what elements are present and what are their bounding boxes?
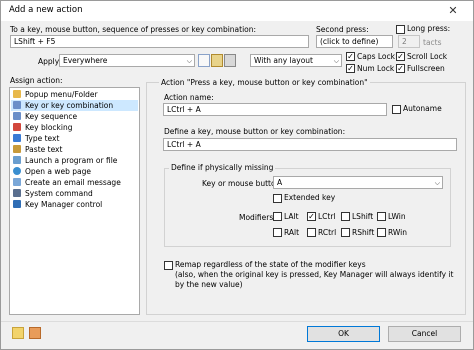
long-press-label: Long press: (407, 24, 451, 33)
key-select-value: A (277, 178, 283, 187)
tacts-unit: tacts (423, 38, 442, 47)
action-name-label: Action name: (164, 93, 214, 102)
scroll-lock-label: Scroll Lock (407, 52, 448, 61)
fullscreen-label: Fullscreen (407, 64, 445, 73)
list-item-open-web-page[interactable]: Open a web page (11, 166, 138, 177)
caps-lock-checkbox[interactable] (346, 52, 355, 61)
title-bar: Add a new action ✕ (1, 1, 473, 21)
modifier-lctrl-label: LCtrl (318, 212, 336, 221)
second-press-label: Second press: (316, 25, 369, 34)
list-item-system-command[interactable]: System command (11, 188, 138, 199)
window-title: Add a new action (9, 5, 83, 15)
apply-scope-select[interactable]: Everywhere ⌵ (59, 54, 195, 67)
long-press-stepper[interactable]: 2 (398, 35, 420, 48)
new-window-icon[interactable] (198, 54, 210, 67)
modifier-lshift-label: LShift (352, 212, 374, 221)
list-item-key-manager-control[interactable]: Key Manager control (11, 199, 138, 210)
monitor-icon (13, 189, 21, 197)
list-item-key-blocking[interactable]: Key blocking (11, 122, 138, 133)
apply-label: Apply (38, 57, 60, 66)
modifier-rctrl-checkbox[interactable] (307, 228, 316, 237)
autoname-checkbox[interactable] (392, 105, 401, 114)
key-select[interactable]: A ⌵ (273, 176, 443, 189)
list-item-key-combination[interactable]: Key or key combination (11, 100, 138, 111)
action-name-field[interactable]: LCtrl + A (163, 103, 387, 116)
extended-key-label: Extended key (284, 193, 336, 202)
list-item-paste-text[interactable]: Paste text (11, 144, 138, 155)
modifier-lshift-checkbox[interactable] (341, 212, 350, 221)
num-lock-label: Num Lock (357, 64, 395, 73)
modifier-ralt-checkbox[interactable] (273, 228, 282, 237)
keyboard-icon (13, 112, 21, 120)
keyboard-icon (13, 200, 21, 208)
modifier-lwin-label: LWin (388, 212, 406, 221)
action-type-list: Popup menu/Folder Key or key combination… (9, 87, 140, 315)
remap-label: Remap regardless of the state of the mod… (175, 260, 366, 269)
block-icon (13, 123, 21, 131)
fullscreen-checkbox[interactable] (396, 64, 405, 73)
define-key-field[interactable]: LCtrl + A (163, 138, 457, 151)
long-press-checkbox[interactable] (396, 25, 405, 34)
target-icon[interactable] (224, 54, 236, 67)
assign-action-label: Assign action: (10, 76, 63, 85)
clipboard-icon (13, 145, 21, 153)
list-item-type-text[interactable]: Type text (11, 133, 138, 144)
settings-icon[interactable] (29, 327, 41, 339)
modifier-rctrl-label: RCtrl (318, 228, 337, 237)
keyboard-icon (13, 101, 21, 109)
close-icon[interactable]: ✕ (439, 3, 467, 19)
autoname-label: Autoname (403, 104, 442, 113)
folder-icon[interactable] (211, 54, 223, 67)
chevron-down-icon: ⌵ (186, 57, 192, 65)
chevron-down-icon: ⌵ (333, 57, 339, 65)
long-press-value: 2 (402, 37, 407, 46)
chevron-down-icon: ⌵ (434, 179, 440, 187)
layout-value: With any layout (254, 56, 313, 65)
list-item-key-sequence[interactable]: Key sequence (11, 111, 138, 122)
text-icon (13, 134, 21, 142)
modifier-rwin-checkbox[interactable] (377, 228, 386, 237)
layout-select[interactable]: With any layout ⌵ (250, 54, 342, 67)
remap-note: (also, when the original key is pressed,… (175, 270, 454, 289)
footer-divider (1, 321, 473, 322)
modifier-rwin-label: RWin (388, 228, 407, 237)
modifiers-label: Modifiers (239, 213, 274, 222)
add-action-dialog: Add a new action ✕ To a key, mouse butto… (0, 0, 474, 350)
trigger-field[interactable]: LShift + F5 (10, 35, 309, 48)
caps-lock-label: Caps Lock (357, 52, 395, 61)
modifier-rshift-label: RShift (352, 228, 375, 237)
define-key-label: Define a key, mouse button or key combin… (164, 127, 346, 136)
modifier-rshift-checkbox[interactable] (341, 228, 350, 237)
second-press-field[interactable]: (click to define) (316, 35, 393, 48)
list-item-popup-menu[interactable]: Popup menu/Folder (11, 89, 138, 100)
scroll-lock-checkbox[interactable] (396, 52, 405, 61)
action-panel-header: Action "Press a key, mouse button or key… (159, 78, 370, 87)
modifier-ralt-label: RAlt (284, 228, 300, 237)
mail-icon (13, 178, 21, 186)
missing-key-group-label: Define if physically missing (169, 163, 276, 172)
trigger-label: To a key, mouse button, sequence of pres… (10, 25, 257, 34)
key-or-mouse-label: Key or mouse button (202, 179, 281, 188)
remap-checkbox[interactable] (164, 261, 173, 270)
extended-key-checkbox[interactable] (273, 194, 282, 203)
list-item-launch-program[interactable]: Launch a program or file (11, 155, 138, 166)
modifier-lctrl-checkbox[interactable] (307, 212, 316, 221)
folder-icon (13, 90, 21, 98)
modifier-lwin-checkbox[interactable] (377, 212, 386, 221)
note-icon[interactable] (12, 327, 24, 339)
modifier-lalt-label: LAlt (284, 212, 299, 221)
globe-icon (13, 167, 21, 175)
num-lock-checkbox[interactable] (346, 64, 355, 73)
cancel-button[interactable]: Cancel (388, 326, 461, 342)
apply-scope-value: Everywhere (63, 56, 108, 65)
ok-button[interactable]: OK (307, 326, 380, 342)
program-icon (13, 156, 21, 164)
list-item-email-message[interactable]: Create an email message (11, 177, 138, 188)
modifier-lalt-checkbox[interactable] (273, 212, 282, 221)
